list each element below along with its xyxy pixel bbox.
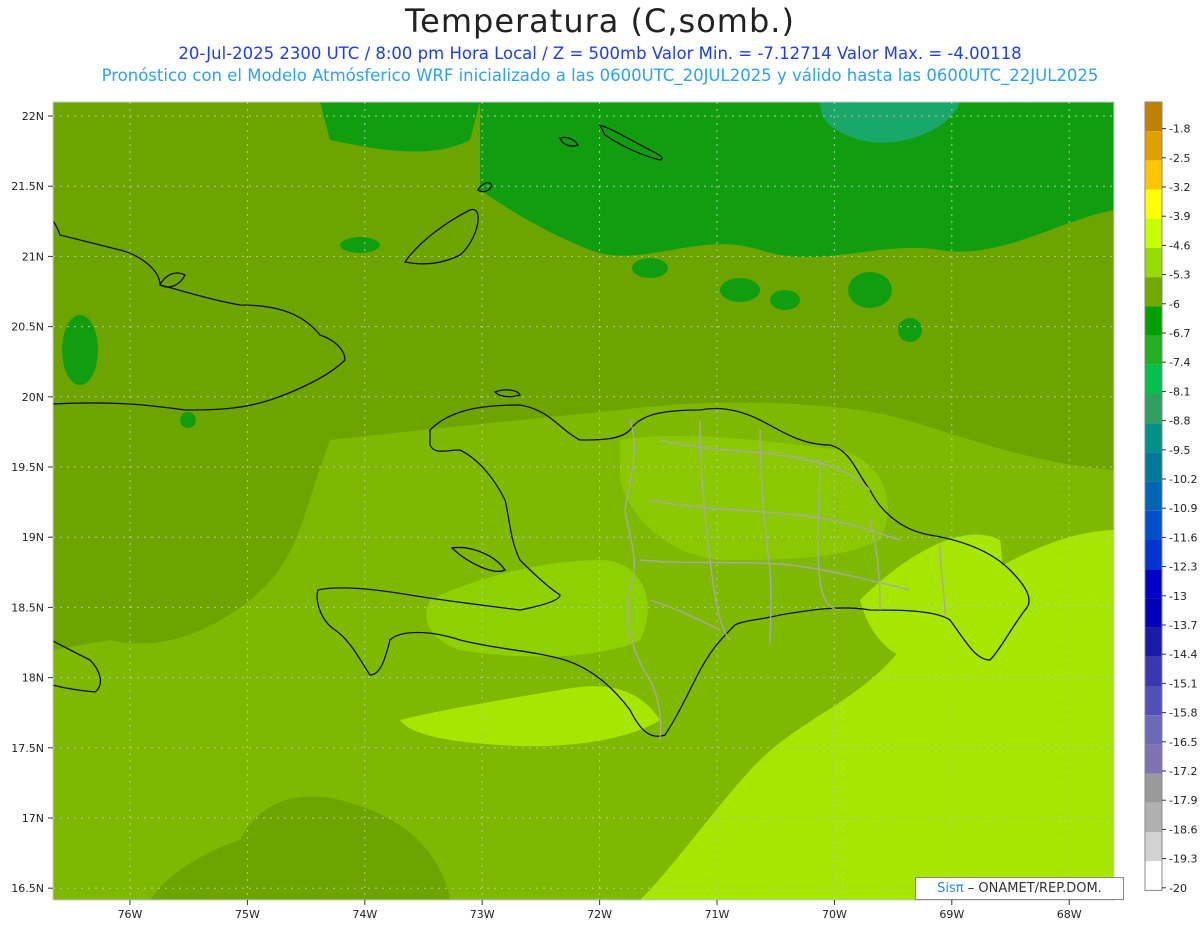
colorbar-swatch (1145, 744, 1162, 774)
colorbar-swatch (1145, 452, 1162, 482)
colorbar-label: -7.4 (1169, 356, 1190, 369)
lat-label: 21.5N (11, 180, 44, 193)
colorbar-swatch (1145, 773, 1162, 803)
colorbar-swatch (1145, 802, 1162, 832)
lon-label: 76W (118, 908, 143, 921)
colorbar-label: -13.7 (1169, 619, 1197, 632)
colorbar-swatch (1145, 540, 1162, 570)
colorbar-label: -5.3 (1169, 269, 1190, 282)
colorbar-swatch (1145, 277, 1162, 307)
colorbar-label: -6.7 (1169, 327, 1190, 340)
colorbar-swatch (1145, 861, 1162, 891)
cold-blob-8 (180, 412, 196, 428)
colorbar-swatch (1145, 627, 1162, 657)
colorbar-swatch (1145, 832, 1162, 862)
lon-label: 68W (1057, 908, 1082, 921)
lon-label: 72W (587, 908, 612, 921)
cold-blob-5 (848, 272, 892, 308)
credit-box: Sisπ – ONAMET/REP.DOM. (915, 877, 1124, 900)
colorbar-label: -17.2 (1169, 765, 1197, 778)
colorbar-swatch (1145, 656, 1162, 686)
colorbar-swatch (1145, 423, 1162, 453)
colorbar-swatch (1145, 510, 1162, 540)
lon-label: 74W (352, 908, 377, 921)
colorbar-label: -10.9 (1169, 502, 1197, 515)
colorbar-label: -17.9 (1169, 794, 1197, 807)
lat-label: 19N (22, 531, 44, 544)
lon-label: 71W (705, 908, 730, 921)
colorbar-swatch (1145, 248, 1162, 278)
colorbar-label: -14.4 (1169, 648, 1197, 661)
map-field (53, 102, 1114, 900)
colorbar-swatch (1145, 364, 1162, 394)
cold-blob-6 (898, 318, 922, 342)
colorbar-swatch (1145, 335, 1162, 365)
colorbar-swatch (1145, 715, 1162, 745)
colorbar-swatch (1145, 102, 1162, 132)
lat-label: 21N (22, 250, 44, 263)
lon-label: 73W (470, 908, 495, 921)
colorbar-label: -4.6 (1169, 239, 1190, 252)
colorbar-label: -6 (1169, 298, 1180, 311)
lat-label: 16.5N (11, 882, 44, 895)
colorbar-label: -15.1 (1169, 677, 1197, 690)
colorbar-swatch (1145, 569, 1162, 599)
lat-label: 20.5N (11, 321, 44, 334)
cold-blob-2 (632, 258, 668, 278)
lat-label: 18N (22, 672, 44, 685)
colorbar-swatch (1145, 306, 1162, 336)
colorbar-swatch (1145, 394, 1162, 424)
colorbar-label: -3.2 (1169, 181, 1190, 194)
longitude-labels: 76W 75W 74W 73W 72W 71W 70W 69W 68W (118, 900, 1082, 921)
colorbar-label: -13 (1169, 590, 1187, 603)
colorbar-label: -20 (1169, 882, 1187, 895)
colorbar-swatch (1145, 189, 1162, 219)
colorbar-label: -19.3 (1169, 853, 1197, 866)
colorbar-label: -8.1 (1169, 385, 1190, 398)
colorbar-label: -11.6 (1169, 531, 1197, 544)
lat-label: 22N (22, 110, 44, 123)
colorbar-swatch (1145, 160, 1162, 190)
credit-text: – ONAMET/REP.DOM. (967, 881, 1102, 896)
colorbar-label: -8.8 (1169, 415, 1190, 428)
colorbar-swatch (1145, 131, 1162, 161)
lat-label: 20N (22, 391, 44, 404)
lat-label: 18.5N (11, 601, 44, 614)
field-region-cold-north (480, 102, 1114, 258)
colorbar: -1.8 -2.5 -3.2 -3.9 -4.6 -5.3 -6 -6.7 -7.4 -8.1 -8… (1144, 101, 1197, 895)
colorbar-label: -10.2 (1169, 473, 1197, 486)
lon-label: 75W (235, 908, 260, 921)
colorbar-swatch (1145, 598, 1162, 628)
colorbar-label: -1.8 (1169, 123, 1190, 136)
colorbar-label: -9.5 (1169, 444, 1190, 457)
cold-blob-4 (770, 290, 800, 310)
lat-label: 17.5N (11, 742, 44, 755)
colorbar-label: -16.5 (1169, 736, 1197, 749)
cold-blob-3 (720, 278, 760, 302)
colorbar-label: -3.9 (1169, 210, 1190, 223)
lon-label: 70W (822, 908, 847, 921)
colorbar-swatch (1145, 481, 1162, 511)
colorbar-label: -2.5 (1169, 152, 1190, 165)
lat-label: 17N (22, 812, 44, 825)
lon-label: 69W (939, 908, 964, 921)
colorbar-swatch (1145, 218, 1162, 248)
latitude-labels: 22N 21.5N 21N 20.5N 20N 19.5N 19N 18.5N 18N 17.5N… (11, 110, 53, 895)
lat-label: 19.5N (11, 461, 44, 474)
cold-blob-1 (62, 315, 98, 385)
temperature-map: 22N 21.5N 21N 20.5N 20N 19.5N 19N 18.5N 18N 17.5N… (11, 101, 1197, 921)
colorbar-label: -15.8 (1169, 707, 1197, 720)
colorbar-swatch (1145, 686, 1162, 716)
credit-brand: Sisπ (937, 881, 964, 896)
cold-blob-7 (340, 237, 380, 253)
colorbar-label: -12.3 (1169, 561, 1197, 574)
colorbar-label: -18.6 (1169, 823, 1197, 836)
